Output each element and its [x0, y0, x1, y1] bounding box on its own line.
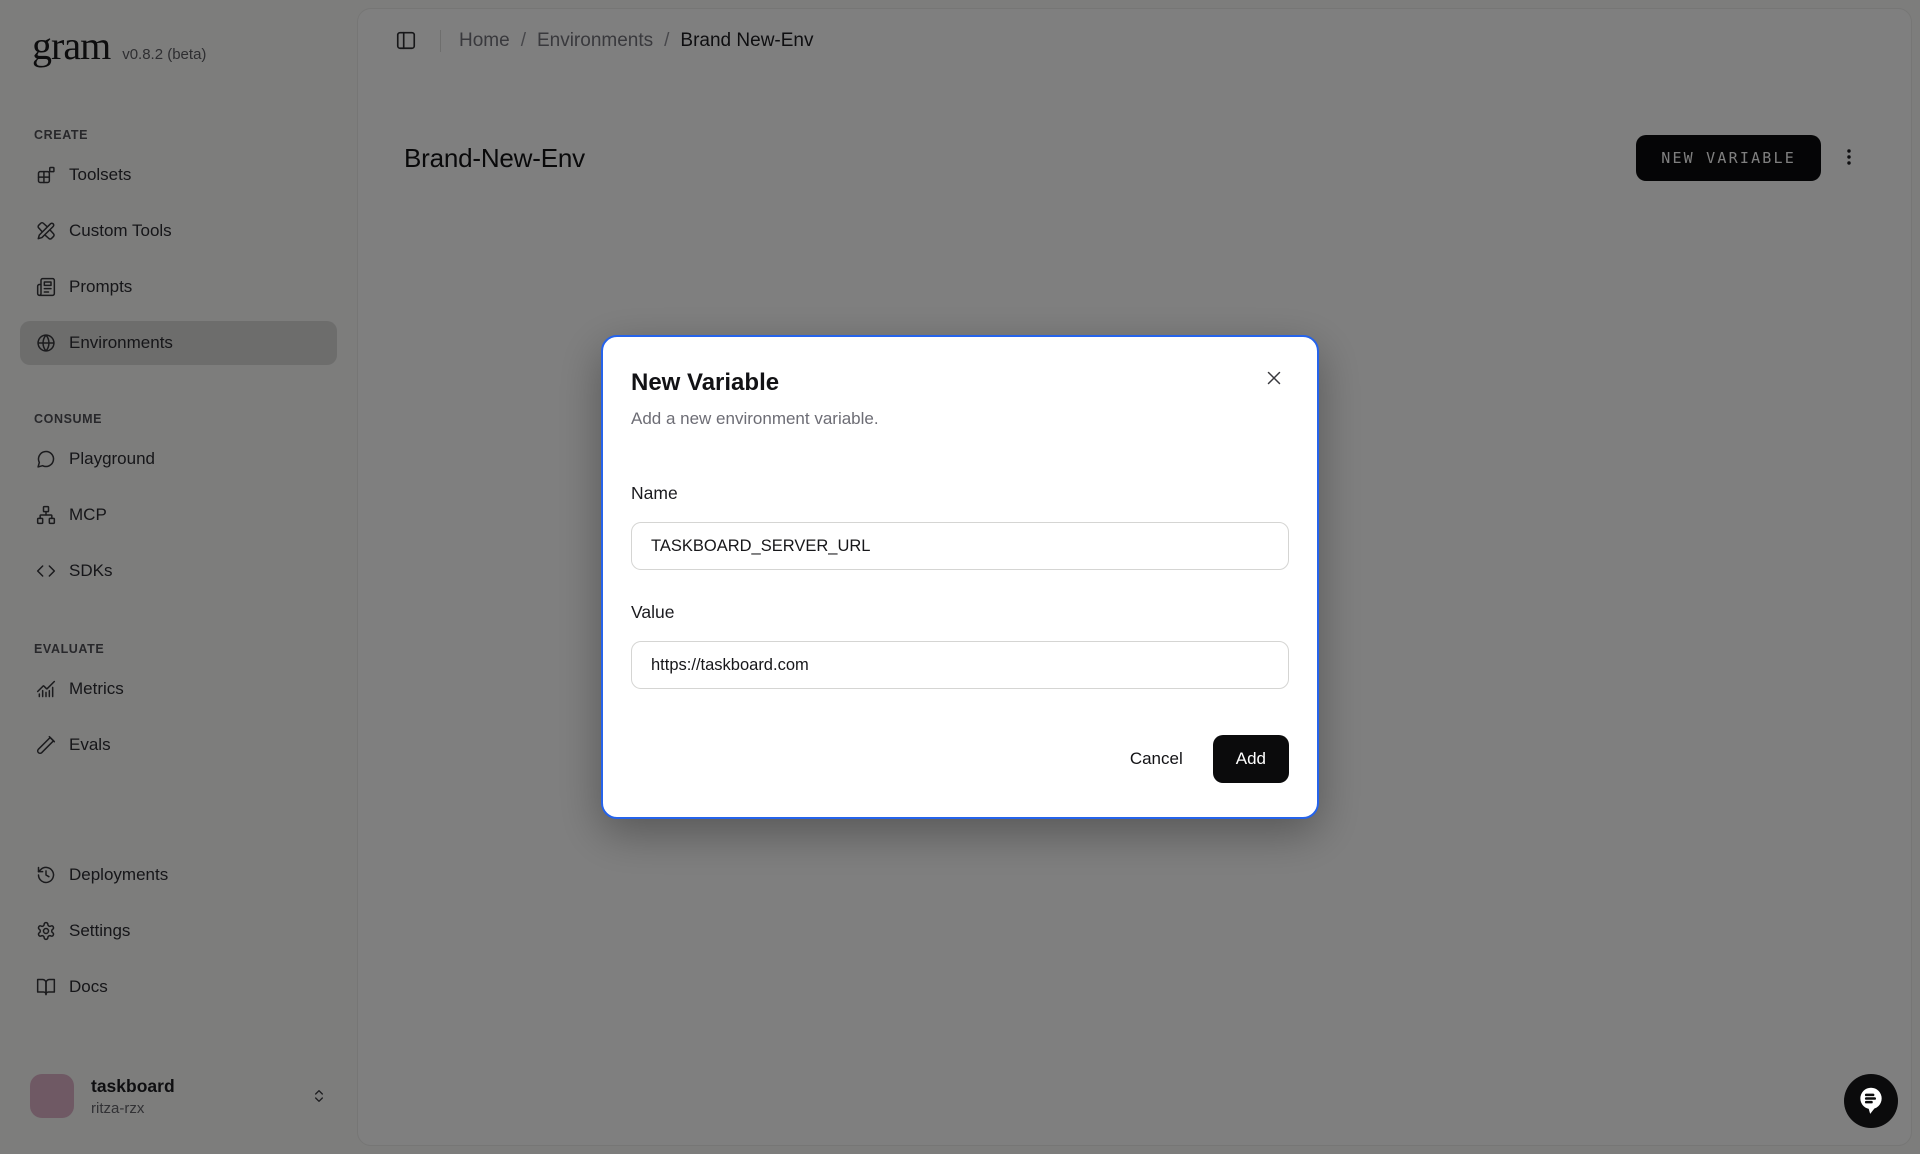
modal-subtitle: Add a new environment variable. — [631, 409, 1289, 429]
close-icon — [1263, 377, 1285, 392]
modal-close-button[interactable] — [1259, 363, 1289, 396]
add-button[interactable]: Add — [1213, 735, 1289, 783]
modal-footer: Cancel Add — [631, 735, 1289, 783]
help-chat-button[interactable] — [1844, 1074, 1898, 1128]
chat-bubble-icon — [1855, 1084, 1887, 1119]
new-variable-modal: New Variable Add a new environment varia… — [601, 335, 1319, 819]
cancel-button[interactable]: Cancel — [1114, 739, 1199, 779]
value-field-label: Value — [631, 602, 1289, 623]
name-field-label: Name — [631, 483, 1289, 504]
name-field[interactable] — [631, 522, 1289, 570]
value-field[interactable] — [631, 641, 1289, 689]
modal-title: New Variable — [631, 369, 1289, 397]
